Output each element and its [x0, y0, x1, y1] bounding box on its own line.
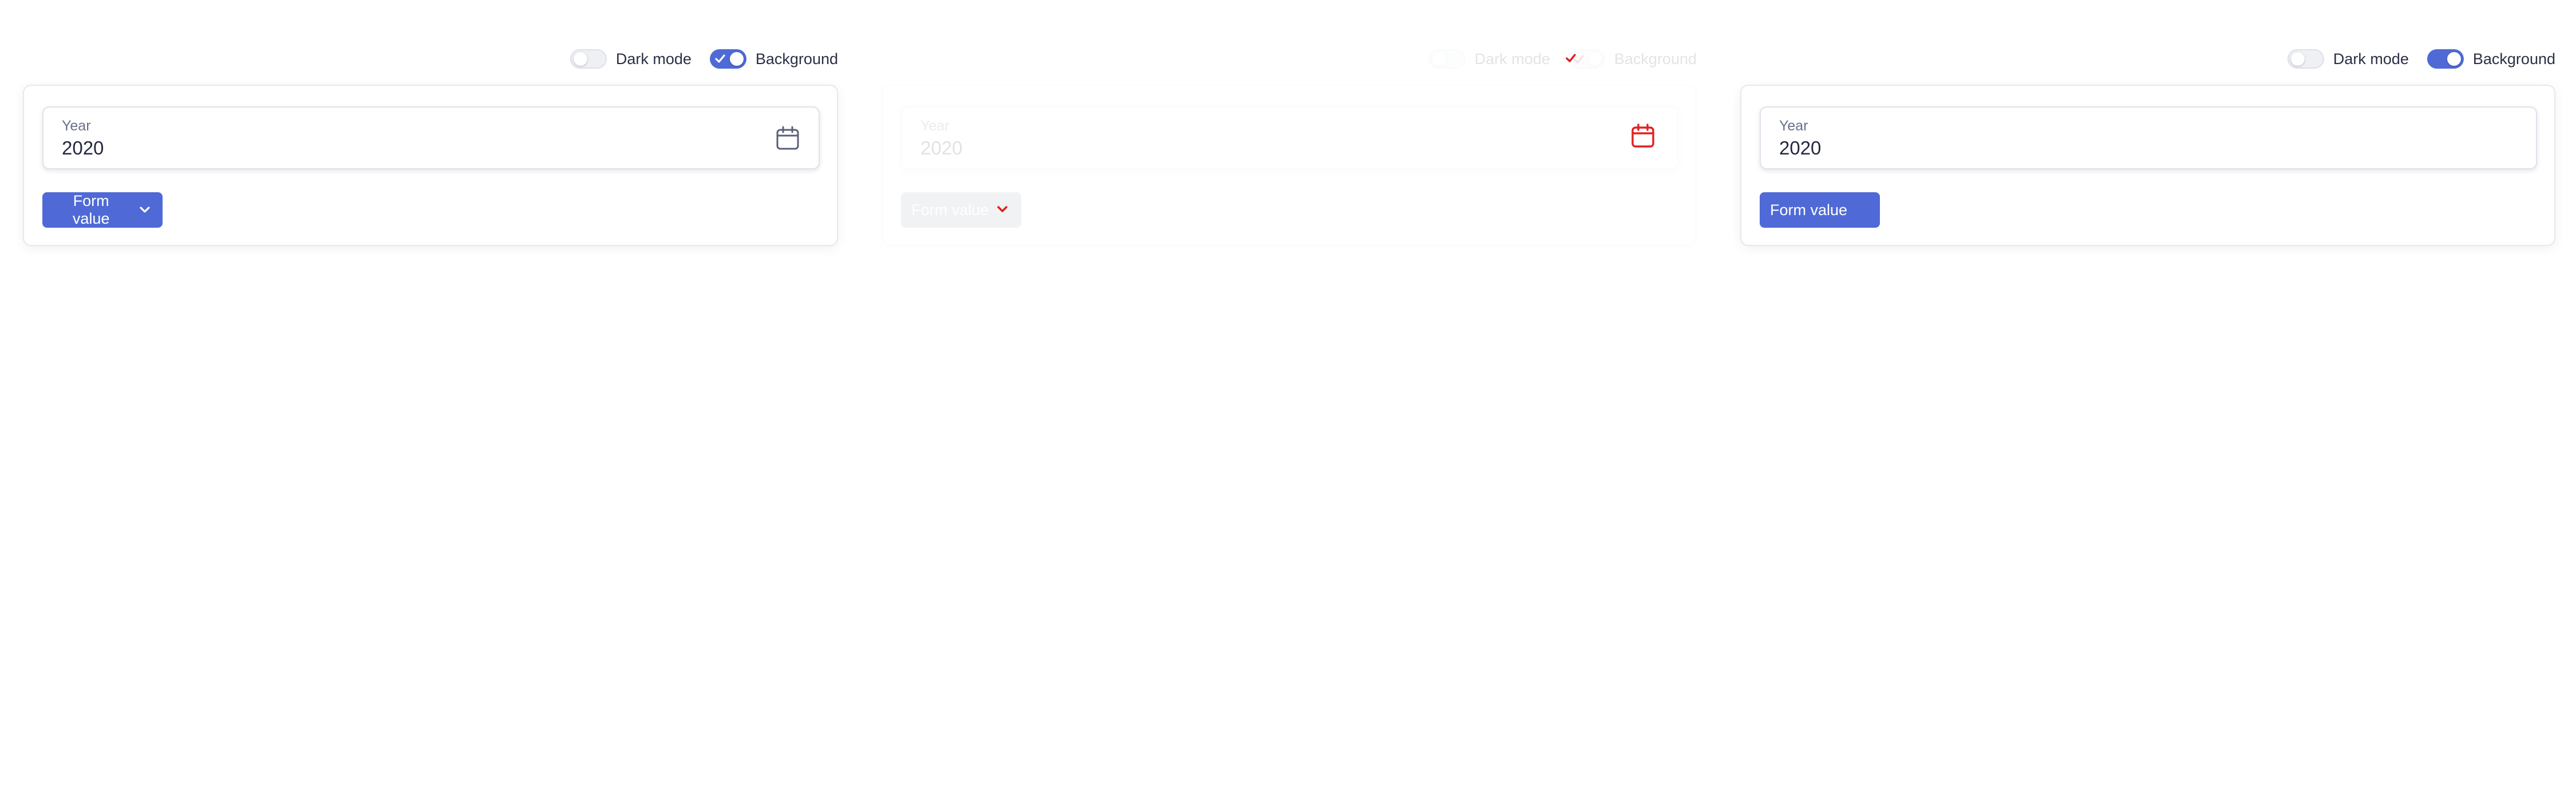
form-card: Year Form value	[882, 85, 1697, 246]
background-toggle-group[interactable]: Background	[2427, 49, 2555, 69]
dark-mode-toggle-group[interactable]: Dark mode	[570, 49, 692, 69]
chevron-down-icon	[997, 206, 1008, 212]
form-card: Year Form value	[1740, 85, 2555, 246]
background-switch[interactable]	[2427, 49, 2464, 69]
calendar-icon[interactable]	[774, 125, 801, 152]
background-label: Background	[1614, 50, 1697, 68]
background-label: Background	[2472, 50, 2555, 68]
year-field[interactable]: Year	[42, 106, 820, 169]
form-card: Year Form value	[23, 85, 838, 246]
background-toggle-group[interactable]: Background	[709, 49, 838, 69]
year-field[interactable]: Year	[901, 106, 1678, 169]
form-value-button[interactable]: Form value	[1760, 192, 1880, 228]
year-input[interactable]	[920, 137, 1092, 159]
dark-mode-toggle-group[interactable]: Dark mode	[2287, 49, 2409, 69]
background-toggle-group[interactable]: Background	[1568, 49, 1697, 69]
year-input[interactable]	[62, 137, 234, 159]
toggle-bar: Dark mode Background	[1411, 47, 1697, 70]
dark-mode-switch[interactable]	[2287, 49, 2324, 69]
toggle-bar: Dark mode Background	[2269, 47, 2555, 70]
form-value-button-label: Form value	[72, 192, 110, 227]
chevron-down-icon	[140, 207, 150, 213]
year-field-label: Year	[62, 118, 91, 134]
check-icon	[715, 54, 725, 63]
dark-mode-label: Dark mode	[2333, 50, 2409, 68]
panel-faded: Dark mode Background Year Form value	[859, 0, 1717, 263]
dark-mode-toggle-group[interactable]: Dark mode	[1428, 49, 1550, 69]
calendar-icon[interactable]	[1629, 122, 1657, 150]
dark-mode-label: Dark mode	[615, 50, 692, 68]
form-value-button-label: Form value	[911, 201, 989, 219]
dark-mode-label: Dark mode	[1474, 50, 1550, 68]
year-field-label: Year	[1779, 118, 1808, 134]
dark-mode-switch[interactable]	[570, 49, 607, 69]
form-value-button[interactable]: Form value	[42, 192, 163, 228]
year-field-label: Year	[920, 118, 950, 134]
toggle-bar: Dark mode Background	[552, 47, 838, 70]
year-input[interactable]	[1779, 137, 1951, 159]
panel-no-icons: Dark mode Background Year Form value	[1717, 0, 2576, 263]
form-value-button-label: Form value	[1770, 201, 1848, 219]
dark-mode-switch[interactable]	[1428, 49, 1465, 69]
check-icon	[1566, 54, 1576, 62]
background-switch[interactable]	[709, 49, 746, 69]
background-label: Background	[755, 50, 838, 68]
panel-default: Dark mode Background Year Form value	[0, 0, 859, 263]
year-field[interactable]: Year	[1760, 106, 2537, 169]
